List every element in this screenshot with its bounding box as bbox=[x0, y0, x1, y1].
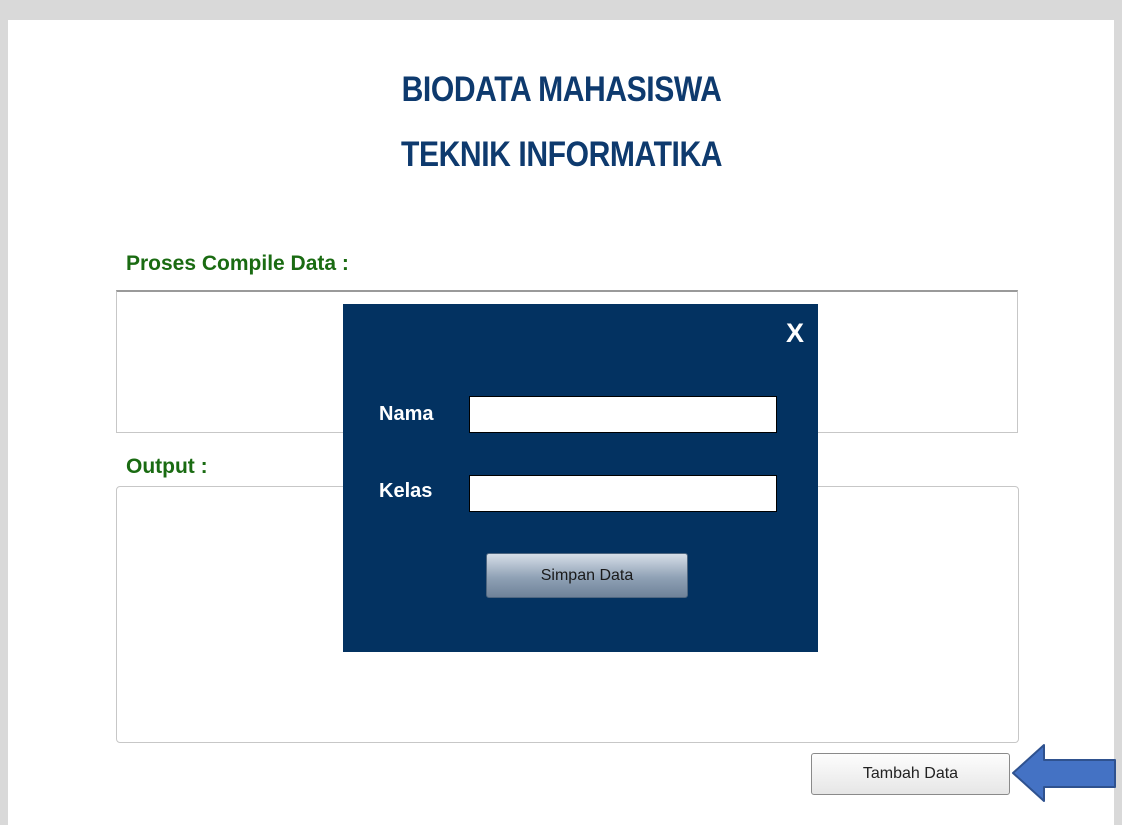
page-title-line2: TEKNIK INFORMATIKA bbox=[401, 135, 723, 174]
arrow-left-icon bbox=[1012, 744, 1116, 802]
add-data-modal: X Nama Kelas Simpan Data bbox=[343, 304, 818, 652]
save-data-button[interactable]: Simpan Data bbox=[486, 553, 688, 598]
compile-section-label: Proses Compile Data : bbox=[126, 252, 349, 275]
page-title-line1: BIODATA MAHASISWA bbox=[401, 70, 722, 109]
name-label: Nama bbox=[379, 403, 434, 425]
add-data-button[interactable]: Tambah Data bbox=[811, 753, 1010, 795]
output-section-label: Output : bbox=[126, 455, 208, 478]
close-icon[interactable]: X bbox=[786, 318, 804, 349]
class-label: Kelas bbox=[379, 480, 433, 502]
class-input[interactable] bbox=[469, 475, 777, 512]
name-input[interactable] bbox=[469, 396, 777, 433]
